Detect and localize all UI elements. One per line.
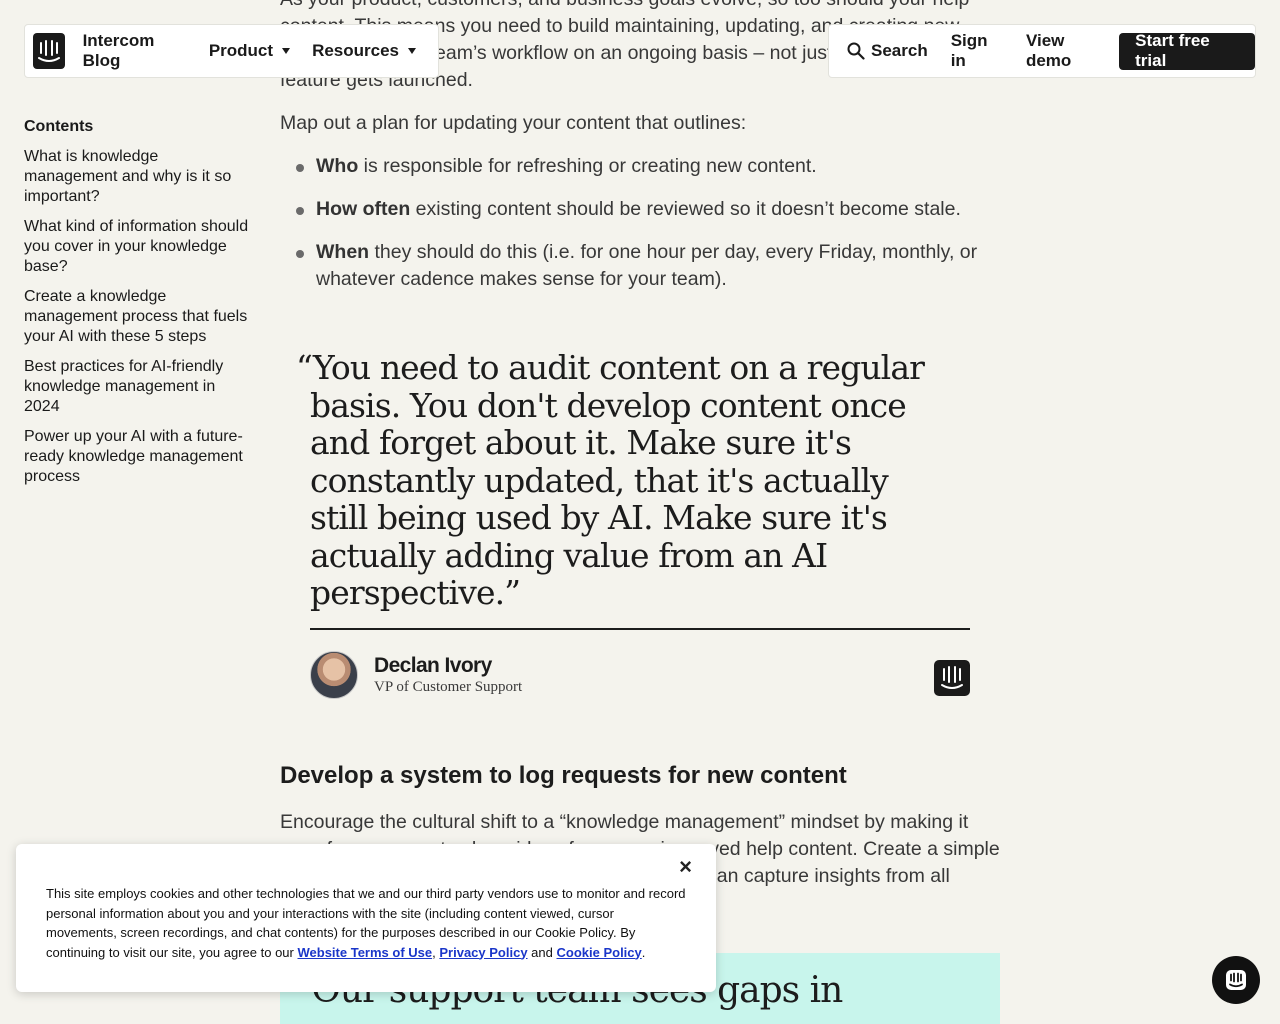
search-icon [847,42,865,60]
resources-menu-label: Resources [312,41,399,60]
terms-of-use-link[interactable]: Website Terms of Use [298,945,433,960]
caret-down-icon [282,48,291,54]
quote-author: Declan Ivory VP of Customer Support [310,651,522,699]
toc-item[interactable]: Create a knowledge management process th… [24,287,250,347]
pull-quote-text: “You need to audit content on a regular … [296,348,925,612]
toc-item[interactable]: What kind of information should you cove… [24,217,250,277]
toc-title: Contents [24,118,94,135]
plan-bullet-list: Who is responsible for refreshing or cre… [280,153,1000,293]
intercom-logo-icon[interactable] [33,33,65,69]
bullet-term: How often [316,198,411,220]
plan-lead-paragraph: Map out a plan for updating your content… [280,112,747,134]
product-menu[interactable]: Product [208,41,291,61]
bullet-item-who: Who is responsible for refreshing or cre… [280,153,1000,180]
primary-nav: Intercom Blog Product Resources [24,24,439,78]
cookie-end-period: . [641,944,646,960]
blog-home-link[interactable]: Intercom Blog [83,31,183,71]
close-icon[interactable]: × [679,856,692,877]
bullet-text: they should do this (i.e. for one hour p… [316,241,978,290]
author-avatar [310,651,358,699]
account-nav: Search Sign in View demo Start free tria… [828,24,1256,78]
bullet-item-how-often: How often existing content should be rev… [280,196,1000,223]
cookie-policy-link[interactable]: Cookie Policy [557,945,642,960]
cookie-separator: , [432,944,436,960]
privacy-policy-link[interactable]: Privacy Policy [439,945,527,960]
cookie-and-word: and [531,944,553,960]
pull-quote-card: “You need to audit content on a regular … [280,333,1000,733]
caret-down-icon [408,48,416,54]
table-of-contents: Contents What is knowledge management an… [24,118,250,497]
chat-icon [1226,970,1246,990]
bullet-item-when: When they should do this (i.e. for one h… [280,239,1000,293]
resources-menu[interactable]: Resources [312,41,416,61]
intercom-logo-icon [934,660,970,704]
author-name: Declan Ivory [374,654,492,677]
sign-in-link[interactable]: Sign in [951,31,1004,71]
section-heading: Develop a system to log requests for new… [280,762,847,789]
toc-item[interactable]: Power up your AI with a future-ready kno… [24,427,250,487]
search-label: Search [871,41,928,60]
bullet-text: is responsible for refreshing or creatin… [358,155,817,177]
search-button[interactable]: Search [847,41,928,61]
product-menu-label: Product [208,41,274,60]
toc-item[interactable]: What is knowledge management and why is … [24,147,250,207]
chat-launcher-button[interactable] [1212,956,1260,1004]
toc-item[interactable]: Best practices for AI-friendly knowledge… [24,357,250,417]
bullet-term: Who [316,155,359,177]
bullet-term: When [316,241,370,263]
bullet-text: existing content should be reviewed so i… [410,198,961,220]
start-free-trial-button[interactable]: Start free trial [1119,31,1255,70]
quote-divider [310,628,970,630]
author-role: VP of Customer Support [374,679,523,695]
view-demo-link[interactable]: View demo [1026,31,1109,71]
cookie-banner: × This site employs cookies and other te… [16,844,716,992]
